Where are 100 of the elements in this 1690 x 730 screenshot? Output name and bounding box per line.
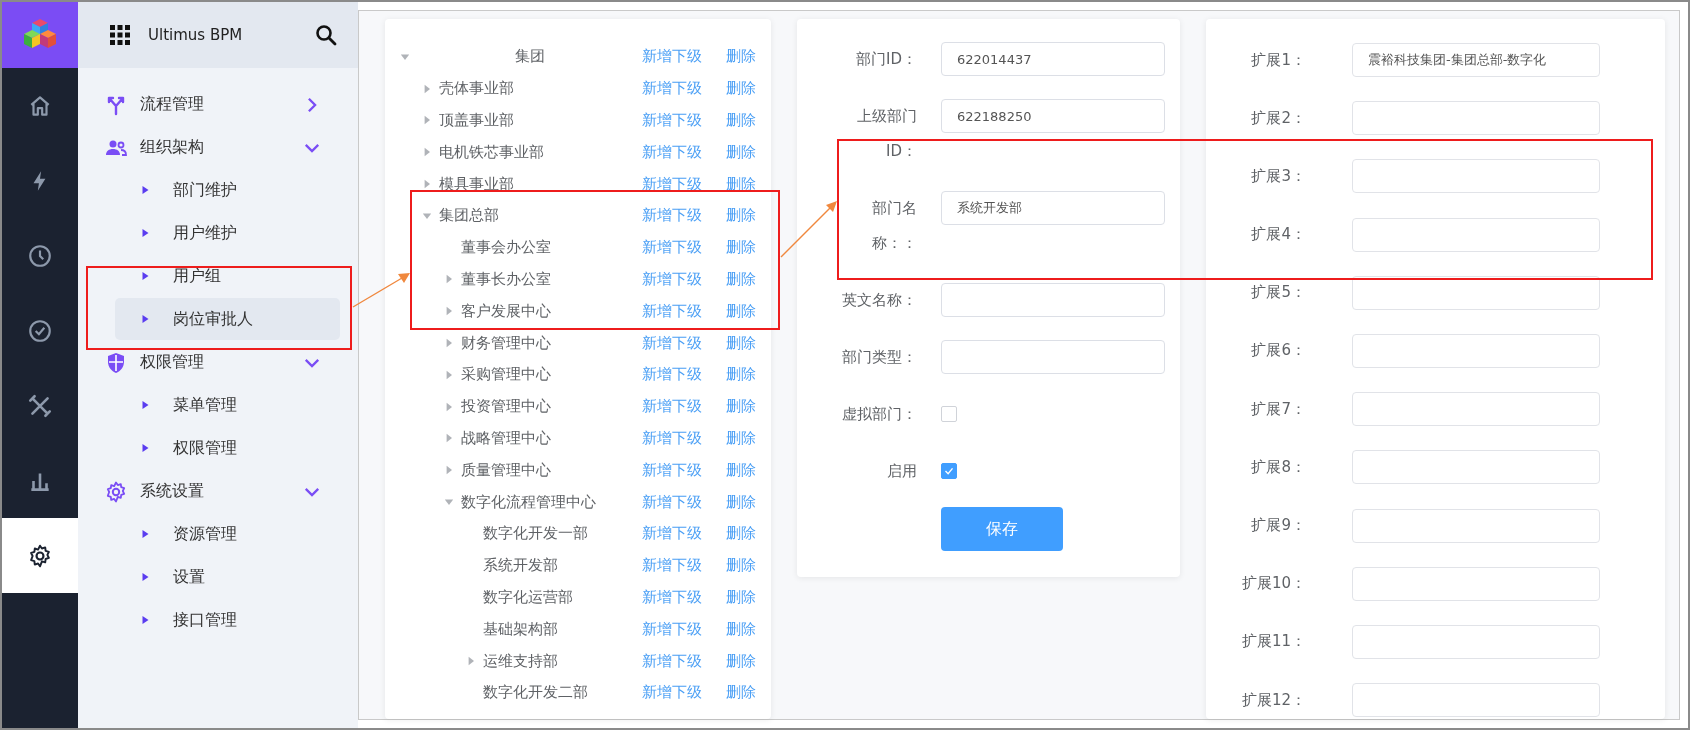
tree-node-label[interactable]: 质量管理中心: [461, 460, 551, 480]
add-child-link[interactable]: 新增下级: [642, 397, 702, 417]
input-field[interactable]: [1352, 392, 1600, 427]
tree-node-label[interactable]: 集团总部: [439, 206, 499, 226]
nav-group-item[interactable]: 流程管理: [98, 83, 340, 126]
nav-item[interactable]: 菜单管理: [115, 384, 340, 426]
nav-group-item[interactable]: 系统设置: [98, 470, 340, 513]
input-field[interactable]: 622188250: [941, 99, 1165, 133]
nav-group-item[interactable]: 组织架构: [98, 126, 340, 169]
delete-link[interactable]: 删除: [726, 47, 756, 67]
input-field[interactable]: [1352, 159, 1600, 194]
tree-node-label[interactable]: 董事长办公室: [461, 269, 551, 289]
nav-item[interactable]: 用户维护: [115, 212, 340, 254]
field-label: 扩展6：: [1250, 341, 1306, 361]
tree-node-label[interactable]: 数字化流程管理中心: [461, 492, 596, 512]
input-field[interactable]: [1352, 566, 1600, 601]
input-field[interactable]: [1352, 624, 1600, 659]
input-field[interactable]: [941, 283, 1165, 317]
delete-link[interactable]: 删除: [726, 238, 756, 258]
add-child-link[interactable]: 新增下级: [642, 238, 702, 258]
input-field[interactable]: [1352, 101, 1600, 136]
delete-link[interactable]: 删除: [726, 365, 756, 385]
delete-link[interactable]: 删除: [726, 587, 756, 607]
delete-link[interactable]: 删除: [726, 619, 756, 639]
input-field[interactable]: [1352, 275, 1600, 310]
nav-item[interactable]: 权限管理: [115, 427, 340, 469]
delete-link[interactable]: 删除: [726, 492, 756, 512]
delete-link[interactable]: 删除: [726, 556, 756, 576]
input-field[interactable]: [1352, 508, 1600, 543]
add-child-link[interactable]: 新增下级: [642, 556, 702, 576]
tree-node-label[interactable]: 电机铁芯事业部: [439, 142, 544, 162]
delete-link[interactable]: 删除: [726, 301, 756, 321]
input-field[interactable]: [1352, 333, 1600, 368]
add-child-link[interactable]: 新增下级: [642, 174, 702, 194]
tree-node-label[interactable]: 数字化开发二部: [483, 683, 588, 703]
input-field[interactable]: 系统开发部: [941, 191, 1165, 225]
tree-node-label[interactable]: 基础架构部: [483, 619, 558, 639]
save-button[interactable]: 保存: [941, 507, 1063, 551]
nav-item[interactable]: 部门维护: [115, 169, 340, 211]
add-child-link[interactable]: 新增下级: [642, 365, 702, 385]
tree-node-label[interactable]: 数字化运营部: [483, 587, 573, 607]
search-icon[interactable]: [314, 23, 338, 47]
add-child-link[interactable]: 新增下级: [642, 683, 702, 703]
add-child-link[interactable]: 新增下级: [642, 206, 702, 226]
add-child-link[interactable]: 新增下级: [642, 111, 702, 130]
tree-node-label[interactable]: 投资管理中心: [461, 397, 551, 417]
tree-node-label[interactable]: 采购管理中心: [461, 365, 551, 385]
add-child-link[interactable]: 新增下级: [642, 79, 702, 99]
add-child-link[interactable]: 新增下级: [642, 428, 702, 448]
input-field[interactable]: 622014437: [941, 42, 1165, 76]
tree-node-label[interactable]: 集团: [417, 47, 642, 67]
input-field[interactable]: [1352, 683, 1600, 718]
rail-button[interactable]: [2, 518, 78, 593]
add-child-link[interactable]: 新增下级: [642, 619, 702, 639]
add-child-link[interactable]: 新增下级: [642, 651, 702, 671]
delete-link[interactable]: 删除: [726, 79, 756, 99]
delete-link[interactable]: 删除: [726, 428, 756, 448]
tree-node-label[interactable]: 系统开发部: [483, 556, 558, 576]
input-field[interactable]: 震裕科技集团-集团总部-数字化: [1352, 43, 1600, 77]
delete-link[interactable]: 删除: [726, 460, 756, 480]
delete-link[interactable]: 删除: [726, 333, 756, 353]
delete-link[interactable]: 删除: [726, 683, 756, 703]
delete-link[interactable]: 删除: [726, 142, 756, 162]
add-child-link[interactable]: 新增下级: [642, 460, 702, 480]
add-child-link[interactable]: 新增下级: [642, 524, 702, 544]
add-child-link[interactable]: 新增下级: [642, 587, 702, 607]
tree-node-label[interactable]: 壳体事业部: [439, 79, 514, 99]
settings-icon: [27, 542, 53, 569]
apps-grid-icon[interactable]: [108, 23, 132, 47]
nav-item[interactable]: 资源管理: [115, 513, 340, 555]
delete-link[interactable]: 删除: [726, 397, 756, 417]
delete-link[interactable]: 删除: [726, 524, 756, 544]
tree-node-label[interactable]: 客户发展中心: [461, 301, 551, 321]
tree-node-label[interactable]: 运维支持部: [483, 651, 558, 671]
delete-link[interactable]: 删除: [726, 651, 756, 671]
add-child-link[interactable]: 新增下级: [642, 333, 702, 353]
add-child-link[interactable]: 新增下级: [642, 142, 702, 162]
nav-item[interactable]: 设置: [115, 556, 340, 598]
tree-node-label[interactable]: 数字化开发一部: [483, 524, 588, 544]
checkbox[interactable]: [941, 406, 957, 422]
nav-item[interactable]: 用户组: [115, 255, 340, 297]
tree-node-label[interactable]: 战略管理中心: [461, 428, 551, 448]
delete-link[interactable]: 删除: [726, 111, 756, 130]
add-child-link[interactable]: 新增下级: [642, 492, 702, 512]
checkbox[interactable]: [941, 463, 957, 479]
tree-node-label[interactable]: 顶盖事业部: [439, 111, 514, 130]
delete-link[interactable]: 删除: [726, 174, 756, 194]
add-child-link[interactable]: 新增下级: [642, 269, 702, 289]
add-child-link[interactable]: 新增下级: [642, 301, 702, 321]
nav-item[interactable]: 接口管理: [115, 599, 340, 641]
add-child-link[interactable]: 新增下级: [642, 47, 702, 67]
tree-node-label[interactable]: 董事会办公室: [461, 238, 551, 258]
input-field[interactable]: [1352, 450, 1600, 485]
nav-item[interactable]: 岗位审批人: [115, 298, 340, 340]
nav-group-item[interactable]: 权限管理: [98, 341, 340, 384]
delete-link[interactable]: 删除: [726, 269, 756, 289]
delete-link[interactable]: 删除: [726, 206, 756, 226]
tree-node-label[interactable]: 财务管理中心: [461, 333, 551, 353]
input-field[interactable]: [941, 340, 1165, 374]
input-field[interactable]: [1352, 217, 1600, 252]
